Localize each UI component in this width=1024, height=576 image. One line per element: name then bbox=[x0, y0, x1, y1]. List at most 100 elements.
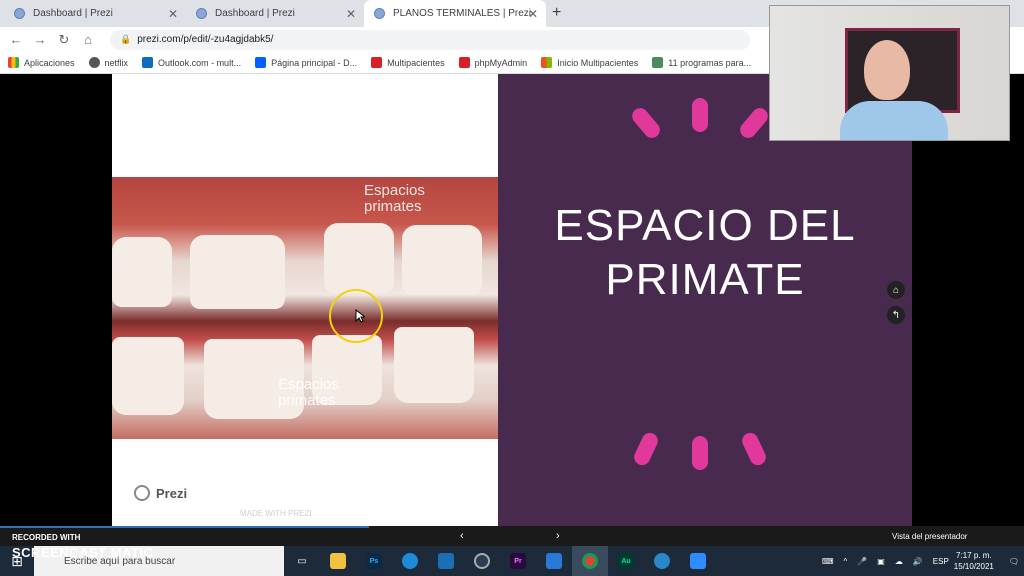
mu-icon[interactable] bbox=[644, 546, 680, 576]
volume-icon[interactable]: 🔊 bbox=[913, 557, 923, 566]
prezi-logo-text: Prezi bbox=[156, 485, 188, 501]
slide-title: ESPACIO DEL PRIMATE bbox=[498, 199, 912, 307]
slide-title-line-2: PRIMATE bbox=[605, 255, 805, 304]
accent-dash bbox=[736, 104, 772, 142]
previous-arrow-icon[interactable]: ‹ bbox=[460, 530, 464, 542]
apps-grid-icon bbox=[8, 57, 19, 68]
clock-date: 15/10/2021 bbox=[953, 562, 994, 571]
forward-icon[interactable]: → bbox=[28, 32, 52, 47]
prezi-favicon-icon bbox=[14, 8, 25, 19]
system-tray: ⌨ ^ 🎤 ▣ ☁ 🔊 ESP 7:17 p. m. 15/10/2021 🗨 bbox=[817, 546, 1024, 576]
prezi-logo-icon bbox=[134, 485, 150, 501]
recorded-with-label: RECORDED WITH bbox=[12, 533, 81, 542]
bookmark-label: Página principal - D... bbox=[271, 57, 358, 68]
webcam-person-head bbox=[864, 40, 910, 100]
prezi-favicon-icon bbox=[196, 8, 207, 19]
globe-icon bbox=[88, 57, 100, 68]
zoom-out-icon[interactable]: ↰ bbox=[887, 306, 905, 324]
made-with-prezi: MADE WITH PREZI bbox=[240, 509, 312, 518]
tab-planos-terminales[interactable]: PLANOS TERMINALES | Prezi ✕ bbox=[364, 0, 546, 27]
clock-time: 7:17 p. m. bbox=[956, 551, 992, 560]
tab-title: Dashboard | Prezi bbox=[33, 8, 113, 19]
premiere-icon[interactable]: Pr bbox=[500, 546, 536, 576]
home-icon[interactable]: ⌂ bbox=[887, 281, 905, 299]
chrome-icon[interactable] bbox=[572, 546, 608, 576]
photo-label-top: Espacios primates bbox=[364, 182, 425, 215]
chevron-up-icon[interactable]: ^ bbox=[844, 557, 848, 566]
tooth bbox=[112, 237, 172, 307]
n-icon bbox=[371, 57, 383, 68]
bookmark-label: Aplicaciones bbox=[24, 57, 75, 68]
bookmark-dropbox[interactable]: Página principal - D... bbox=[255, 57, 357, 68]
bookmark-inicio-multipacientes[interactable]: Inicio Multipacientes bbox=[541, 57, 638, 68]
n-icon bbox=[458, 57, 470, 68]
tooth bbox=[402, 225, 482, 295]
graduation-cap-icon bbox=[652, 57, 664, 68]
close-icon[interactable]: ✕ bbox=[528, 7, 538, 21]
home-icon[interactable]: ⌂ bbox=[76, 32, 100, 47]
bookmark-label: Inicio Multipacientes bbox=[557, 57, 639, 68]
address-bar[interactable]: 🔒 prezi.com/p/edit/-zu4agjdabk5/ bbox=[110, 29, 750, 50]
new-tab-icon[interactable]: + bbox=[552, 4, 561, 22]
photoshop-icon[interactable]: Ps bbox=[356, 546, 392, 576]
recording-bar: RECORDED WITH ‹ › Vista del presentador bbox=[0, 526, 1024, 546]
mouse-cursor-icon bbox=[355, 309, 365, 323]
photo-label-bottom: Espacios primates bbox=[278, 376, 339, 409]
bookmark-aplicaciones[interactable]: Aplicaciones bbox=[8, 57, 75, 68]
tooth bbox=[190, 235, 285, 309]
keyboard-icon[interactable]: ⌨ bbox=[822, 557, 834, 566]
zoom-icon[interactable] bbox=[680, 546, 716, 576]
app-icon[interactable] bbox=[428, 546, 464, 576]
presentation-stage: Espacios primates Espacios primates Prez… bbox=[0, 74, 1024, 526]
webcam-overlay bbox=[769, 5, 1010, 141]
tab-dashboard-2[interactable]: Dashboard | Prezi ✕ bbox=[186, 0, 364, 27]
accent-dash bbox=[628, 104, 664, 142]
slide-right-panel: ESPACIO DEL PRIMATE bbox=[498, 74, 912, 526]
tab-dashboard-1[interactable]: Dashboard | Prezi ✕ bbox=[4, 0, 186, 27]
weather-icon[interactable]: ☁ bbox=[895, 557, 903, 566]
notifications-icon[interactable]: 🗨 bbox=[1009, 557, 1019, 566]
windows-icon bbox=[541, 57, 553, 68]
screen: Dashboard | Prezi ✕ Dashboard | Prezi ✕ … bbox=[0, 0, 1024, 576]
tooth bbox=[112, 337, 184, 415]
prezi-logo[interactable]: Prezi bbox=[134, 485, 187, 501]
recording-progress[interactable] bbox=[0, 526, 369, 528]
tooth bbox=[394, 327, 474, 403]
bookmark-11-programas[interactable]: 11 programas para... bbox=[652, 57, 751, 68]
bookmark-multipacientes[interactable]: Multipacientes bbox=[371, 57, 445, 68]
prezi-favicon-icon bbox=[374, 8, 385, 19]
close-icon[interactable]: ✕ bbox=[346, 7, 356, 21]
accent-dash bbox=[692, 98, 708, 132]
webcam-person-body bbox=[840, 101, 948, 140]
microphone-icon[interactable]: 🎤 bbox=[857, 557, 867, 566]
media-icon[interactable] bbox=[464, 546, 500, 576]
network-icon[interactable]: ▣ bbox=[877, 557, 885, 566]
teeth-photo: Espacios primates Espacios primates bbox=[112, 177, 498, 439]
bookmark-netflix[interactable]: netflix bbox=[88, 57, 128, 68]
bookmark-label: phpMyAdmin bbox=[474, 57, 528, 68]
accent-dash bbox=[739, 430, 769, 468]
accent-dash bbox=[692, 436, 708, 470]
language-indicator[interactable]: ESP bbox=[933, 557, 949, 566]
bookmark-label: Outlook.com - mult... bbox=[158, 57, 242, 68]
accent-dash bbox=[631, 430, 661, 468]
bookmark-outlook[interactable]: Outlook.com - mult... bbox=[142, 57, 241, 68]
tab-title: Dashboard | Prezi bbox=[215, 8, 295, 19]
clock[interactable]: 7:17 p. m. 15/10/2021 bbox=[954, 550, 994, 572]
presenter-view-button[interactable]: Vista del presentador bbox=[892, 532, 967, 541]
bookmark-label: Multipacientes bbox=[387, 57, 445, 68]
file-explorer-icon[interactable] bbox=[320, 546, 356, 576]
bookmark-phpmyadmin[interactable]: phpMyAdmin bbox=[458, 57, 528, 68]
next-arrow-icon[interactable]: › bbox=[556, 530, 560, 542]
edge-icon[interactable] bbox=[392, 546, 428, 576]
task-view-icon[interactable]: ▭ bbox=[284, 546, 320, 576]
bookmark-label: 11 programas para... bbox=[668, 57, 752, 68]
mail-icon[interactable] bbox=[536, 546, 572, 576]
audition-icon[interactable]: Au bbox=[608, 546, 644, 576]
outlook-icon bbox=[142, 57, 154, 68]
close-icon[interactable]: ✕ bbox=[168, 7, 178, 21]
reload-icon[interactable]: ↻ bbox=[52, 32, 76, 48]
slide-left-panel: Espacios primates Espacios primates Prez… bbox=[112, 74, 498, 526]
back-icon[interactable]: ← bbox=[4, 32, 28, 47]
slide-title-line-1: ESPACIO DEL bbox=[554, 201, 856, 250]
